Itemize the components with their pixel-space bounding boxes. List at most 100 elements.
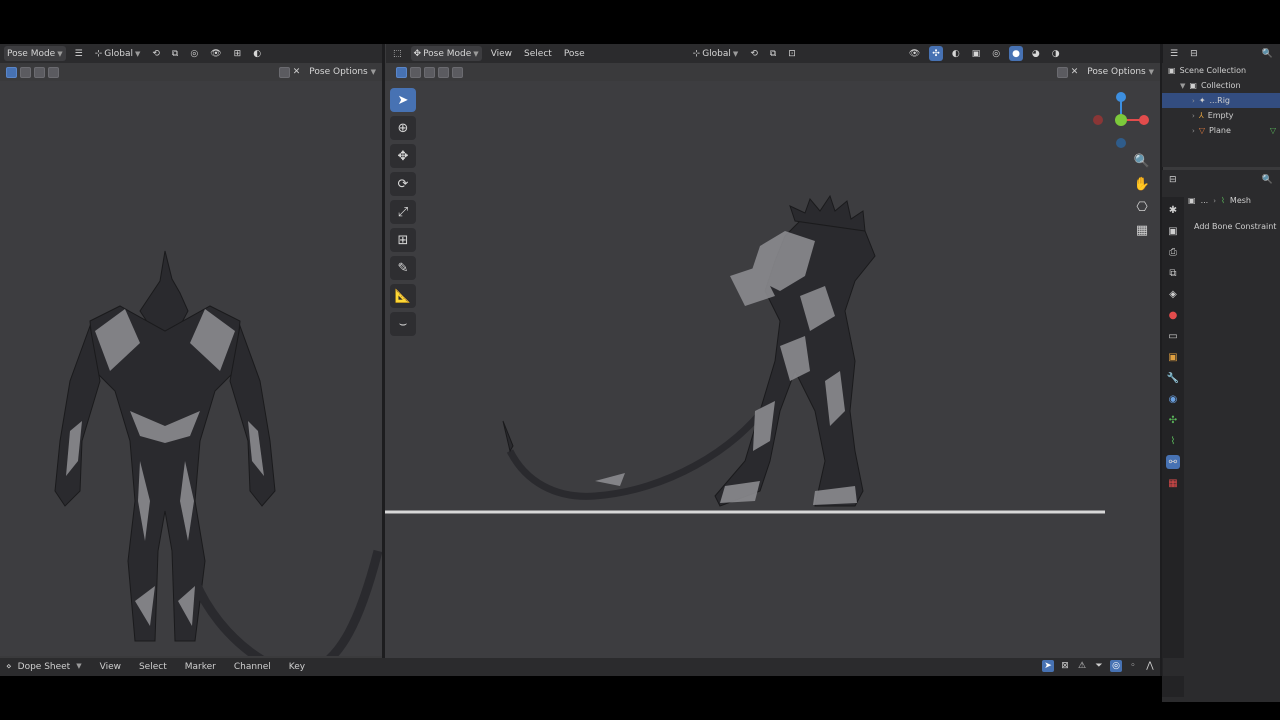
hamburger-menu-icon[interactable]: ☰	[72, 46, 86, 61]
left-visibility-button[interactable]: 👁	[207, 46, 224, 61]
gizmo-x-axis-icon[interactable]	[1139, 115, 1149, 125]
search-icon[interactable]: 🔍	[1259, 46, 1276, 61]
show-hidden-icon[interactable]: ⊠	[1059, 660, 1071, 672]
navigation-gizmo[interactable]	[1088, 89, 1154, 155]
main-visibility-button[interactable]: 👁	[906, 46, 923, 61]
outliner-item-rig[interactable]: › ✦ ...Rig	[1162, 93, 1280, 108]
physics-tab-icon[interactable]: ◉	[1166, 392, 1180, 406]
errors-icon[interactable]: ⚠	[1076, 660, 1088, 672]
falloff-icon[interactable]: ⋀	[1144, 660, 1156, 672]
outliner-scene-collection[interactable]: ▣ Scene Collection	[1162, 63, 1280, 78]
annotate-tool-icon[interactable]: ✎	[390, 256, 416, 280]
main-snap-button[interactable]: ⧉	[767, 46, 779, 61]
main-orientation-dropdown[interactable]: ⊹ Global ▼	[690, 46, 742, 61]
select-box-tool-icon[interactable]: ➤	[390, 88, 416, 112]
filter-icon[interactable]: ⏷	[1093, 660, 1105, 672]
scene-tab-icon[interactable]: ◈	[1166, 287, 1180, 301]
scale-tool-icon[interactable]: ⤢	[390, 200, 416, 224]
main-pose-options-button[interactable]: Pose Options ▼	[1087, 67, 1154, 77]
menu-select[interactable]: Select	[521, 46, 555, 61]
select-mode-icon[interactable]	[424, 66, 435, 78]
menu-marker[interactable]: Marker	[185, 662, 216, 672]
outliner-item-empty[interactable]: › ⅄ Empty	[1162, 108, 1280, 123]
outliner-type-icon[interactable]: ☰	[1167, 46, 1181, 61]
shading-solid-icon[interactable]: ●	[1009, 46, 1023, 61]
grid-ortho-icon[interactable]: ▦	[1132, 220, 1152, 240]
collection-tab-icon[interactable]: ▭	[1166, 329, 1180, 343]
left-proportional-button[interactable]: ◎	[187, 46, 201, 61]
object-data-tab-icon[interactable]: ✣	[1166, 413, 1180, 427]
outliner-item-plane[interactable]: › ▽ Plane ▽	[1162, 123, 1280, 138]
menu-select[interactable]: Select	[139, 662, 167, 672]
add-bone-constraint-button[interactable]: Add Bone Constraint	[1194, 222, 1276, 231]
left-pivot-button[interactable]: ⟲	[149, 46, 163, 61]
search-icon[interactable]: 🔍	[1259, 172, 1276, 187]
select-mode-icon[interactable]	[20, 66, 31, 78]
transform-tool-icon[interactable]: ⊞	[390, 228, 416, 252]
gizmo-y-axis-icon[interactable]	[1115, 114, 1127, 126]
left-mode-dropdown[interactable]: Pose Mode ▼	[4, 46, 66, 61]
select-mode-icon[interactable]	[452, 66, 463, 78]
bone-tab-icon[interactable]: ⌇	[1166, 434, 1180, 448]
rotate-tool-icon[interactable]: ⟳	[390, 172, 416, 196]
bone-constraint-tab-icon[interactable]: ⚯	[1166, 455, 1180, 469]
close-icon[interactable]: ✕	[293, 67, 301, 77]
render-tab-icon[interactable]: ▣	[1166, 224, 1180, 238]
editor-type-icon[interactable]: ⬚	[390, 46, 405, 61]
lock-icon[interactable]	[1056, 66, 1068, 78]
left-pose-options-button[interactable]: Pose Options ▼	[309, 67, 376, 77]
output-tab-icon[interactable]: ⎙	[1166, 245, 1180, 259]
lock-icon[interactable]	[278, 66, 290, 78]
select-mode-icon[interactable]	[396, 66, 407, 78]
bone-tool-icon[interactable]: ⌣	[390, 312, 416, 336]
move-tool-icon[interactable]: ✥	[390, 144, 416, 168]
left-gizmo-button[interactable]: ⊞	[231, 46, 245, 61]
dope-sheet-editor-dropdown[interactable]: ⋄ Dope Sheet ▼	[6, 662, 82, 672]
outliner-collection[interactable]: ▼ ▣ Collection	[1162, 78, 1280, 93]
main-proportional-button[interactable]: ⊡	[785, 46, 799, 61]
shading-material-icon[interactable]: ◕	[1029, 46, 1043, 61]
zoom-icon[interactable]: 🔍	[1132, 151, 1152, 171]
tool-tab-icon[interactable]: ✱	[1166, 203, 1180, 217]
xray-toggle-icon[interactable]: ▣	[969, 46, 984, 61]
object-tab-icon[interactable]: ▣	[1166, 350, 1180, 364]
gizmo-z-axis-icon[interactable]	[1116, 92, 1126, 102]
main-mode-dropdown[interactable]: ✥ Pose Mode ▼	[410, 46, 482, 61]
left-overlay-button[interactable]: ◐	[250, 46, 264, 61]
view-layer-tab-icon[interactable]: ⧉	[1166, 266, 1180, 280]
snapping-icon[interactable]: ◎	[1110, 660, 1122, 672]
select-mode-icon[interactable]	[410, 66, 421, 78]
left-orientation-dropdown[interactable]: ⊹ Global ▼	[92, 46, 144, 61]
menu-view[interactable]: View	[488, 46, 515, 61]
cursor-tool-icon[interactable]: ⊕	[390, 116, 416, 140]
modifier-tab-icon[interactable]: 🔧	[1166, 371, 1180, 385]
menu-channel[interactable]: Channel	[234, 662, 271, 672]
main-pivot-button[interactable]: ⟲	[747, 46, 761, 61]
hand-pan-icon[interactable]: ✋	[1132, 174, 1152, 194]
main-viewport[interactable]	[385, 81, 1160, 658]
only-selected-icon[interactable]: ➤	[1042, 660, 1054, 672]
gizmo-neg-z-icon[interactable]	[1116, 138, 1126, 148]
shading-wireframe-icon[interactable]: ◎	[989, 46, 1003, 61]
properties-type-icon[interactable]: ⊟	[1166, 172, 1180, 187]
left-snap-button[interactable]: ⧉	[169, 46, 181, 61]
select-mode-icon[interactable]	[48, 66, 59, 78]
select-mode-icon[interactable]	[438, 66, 449, 78]
gizmo-neg-x-icon[interactable]	[1093, 115, 1103, 125]
camera-icon[interactable]: ⎔	[1132, 197, 1152, 217]
menu-pose[interactable]: Pose	[561, 46, 588, 61]
measure-tool-icon[interactable]: 📐	[390, 284, 416, 308]
main-overlay-button[interactable]: ◐	[949, 46, 963, 61]
main-gizmo-button[interactable]: ✣	[929, 46, 943, 61]
close-icon[interactable]: ✕	[1071, 67, 1079, 77]
menu-view[interactable]: View	[100, 662, 121, 672]
shading-rendered-icon[interactable]: ◑	[1049, 46, 1063, 61]
outliner-display-mode-icon[interactable]: ⊟	[1187, 46, 1201, 61]
select-mode-icon[interactable]	[6, 66, 17, 78]
select-mode-icon[interactable]	[34, 66, 45, 78]
menu-key[interactable]: Key	[289, 662, 305, 672]
world-tab-icon[interactable]: ●	[1166, 308, 1180, 322]
texture-tab-icon[interactable]: ▦	[1166, 476, 1180, 490]
proportional-icon[interactable]: ◦	[1127, 660, 1139, 672]
left-viewport[interactable]	[0, 81, 382, 656]
